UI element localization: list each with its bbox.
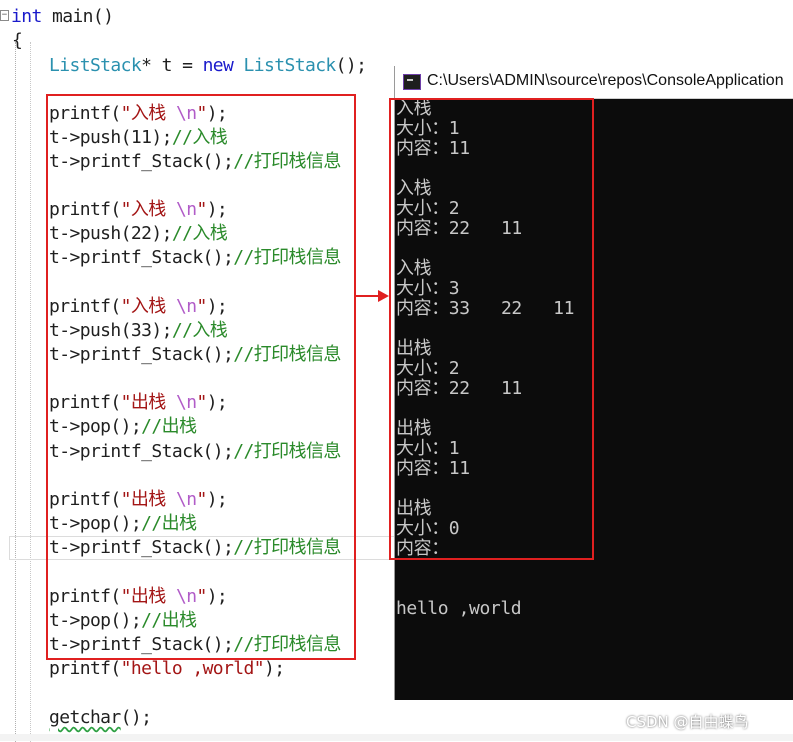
code-text: printf( xyxy=(49,658,121,679)
indent-guide xyxy=(15,42,16,742)
annotation-arrow-icon xyxy=(355,290,389,302)
code-line-getchar[interactable]: getchar(); xyxy=(49,707,152,729)
code-text: main() xyxy=(41,6,114,27)
code-line-brace[interactable]: { xyxy=(12,30,23,52)
code-line-main[interactable]: int main() xyxy=(11,6,114,28)
string-literal: "hello ,world" xyxy=(120,658,265,679)
watermark: CSDN @自由蝶鸟 xyxy=(626,713,749,731)
code-line-decl[interactable]: ListStack* t = new ListStack(); xyxy=(49,55,367,77)
indent-guide xyxy=(30,42,31,742)
type-name: ListStack xyxy=(49,55,142,76)
collapse-toggle-icon[interactable]: − xyxy=(0,10,9,21)
code-text: (); xyxy=(335,55,367,76)
annotation-box-output xyxy=(389,98,594,560)
keyword: int xyxy=(11,6,42,27)
code-line-printf-hello[interactable]: printf("hello ,world"); xyxy=(49,658,285,680)
keyword: new xyxy=(202,55,234,76)
code-text: ); xyxy=(264,658,285,679)
annotation-box-code xyxy=(46,94,356,660)
editor-bottom-strip xyxy=(0,734,793,741)
console-title-bar[interactable]: C:\Users\ADMIN\source\repos\ConsoleAppli… xyxy=(395,66,793,99)
type-name: ListStack xyxy=(243,55,337,76)
console-output-line: hello ,world xyxy=(396,598,522,619)
console-app-icon xyxy=(403,74,421,90)
code-text: { xyxy=(12,30,23,51)
code-text: (); xyxy=(120,707,152,728)
function-name: getchar xyxy=(49,707,121,728)
code-text: * t = xyxy=(141,55,203,76)
console-title: C:\Users\ADMIN\source\repos\ConsoleAppli… xyxy=(427,72,784,89)
